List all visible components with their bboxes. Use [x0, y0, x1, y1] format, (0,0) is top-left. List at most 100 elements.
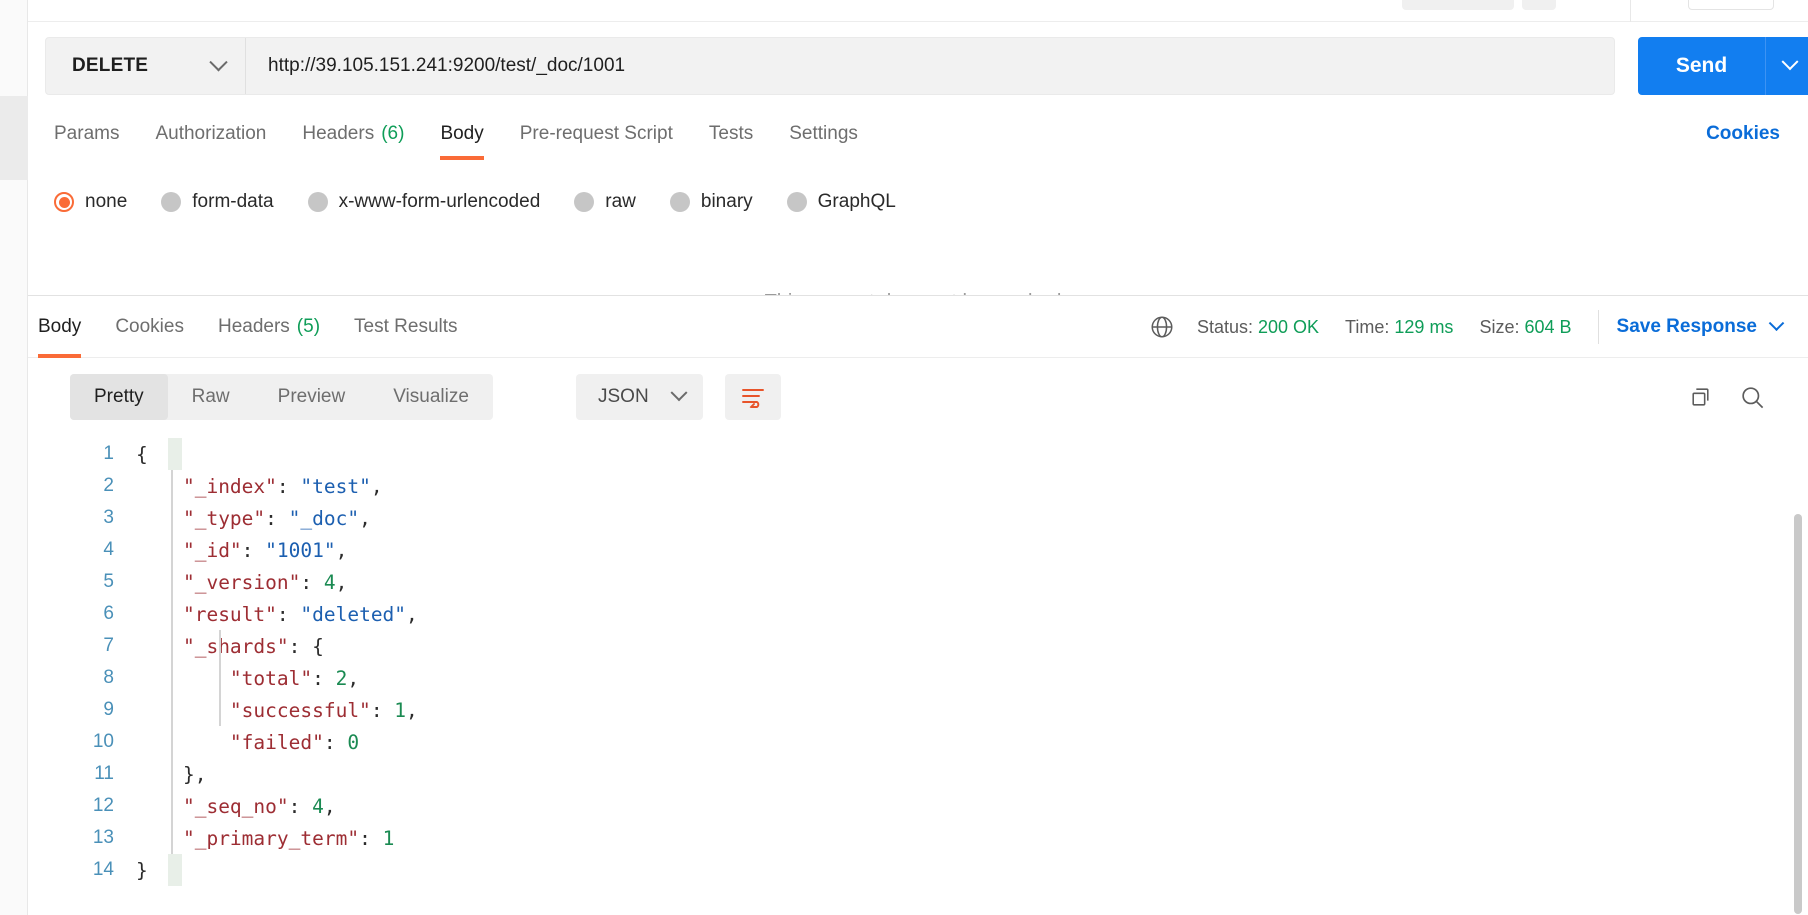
meta-divider [1597, 310, 1599, 344]
request-tab-authorization[interactable]: Authorization [155, 108, 266, 160]
size-value: 604 B [1524, 316, 1572, 337]
request-tabs: Params Authorization Headers (6) Body Pre-req… [28, 108, 1808, 160]
code-text: "failed": 0 [136, 731, 359, 754]
top-ghost-control-b [1522, 0, 1556, 10]
code-token: "_version" [182, 570, 301, 594]
size-label: Size: [1479, 316, 1520, 337]
http-method-label: DELETE [72, 55, 149, 76]
code-token: , [370, 474, 383, 498]
view-mode-pretty[interactable]: Pretty [70, 374, 168, 420]
code-token: } [136, 858, 148, 882]
top-ghost-control-c [1688, 0, 1774, 10]
time-metric: Time: 129 ms [1345, 317, 1453, 338]
response-body-code[interactable]: 1{2 "_index": "test", 3 "_type": "_doc", 4… [28, 430, 1808, 915]
code-token: : [288, 794, 313, 818]
request-tab-label: Headers [302, 123, 375, 144]
cookies-link[interactable]: Cookies [1706, 108, 1780, 160]
radio-icon [307, 192, 328, 212]
view-mode-visualize[interactable]: Visualize [369, 374, 493, 420]
send-button[interactable]: Send [1638, 37, 1765, 95]
body-type-x-www-form-urlencoded[interactable]: x-www-form-urlencoded [307, 191, 540, 213]
line-number: 4 [103, 539, 114, 560]
copy-button[interactable] [1674, 374, 1726, 420]
code-token: , [335, 538, 348, 562]
response-tab-label: Cookies [115, 316, 184, 337]
response-tab-label: Body [38, 316, 82, 337]
view-mode-raw[interactable]: Raw [168, 374, 254, 420]
code-token: "_seq_no" [182, 794, 289, 818]
request-tab-body[interactable]: Body [440, 108, 485, 160]
response-format-label: JSON [598, 386, 649, 407]
view-mode-preview[interactable]: Preview [254, 374, 370, 420]
fold-marker-open[interactable] [168, 438, 182, 470]
request-tab-headers[interactable]: Headers (6) [302, 108, 404, 160]
code-token: "total" [229, 666, 313, 690]
body-type-binary[interactable]: binary [669, 191, 753, 213]
code-token: , [335, 570, 348, 594]
response-scrollbar[interactable] [1794, 514, 1802, 914]
code-token: "1001" [265, 538, 336, 562]
request-tab-settings[interactable]: Settings [789, 108, 858, 160]
request-tab-tests[interactable]: Tests [709, 108, 753, 160]
body-type-form-data[interactable]: form-data [161, 191, 274, 213]
code-token: , [347, 666, 360, 690]
code-token: "_type" [182, 506, 266, 530]
code-line: 9 "successful": 1, [28, 694, 1808, 726]
code-token: "_id" [182, 538, 242, 562]
code-token: : [300, 570, 324, 594]
status-metric: Status: 200 OK [1197, 317, 1319, 338]
request-tab-label: Authorization [155, 123, 267, 144]
body-type-label: raw [605, 191, 636, 212]
code-text: "_shards": { [136, 635, 324, 658]
code-line: 10 "failed": 0 [28, 726, 1808, 758]
line-number: 7 [103, 635, 114, 656]
save-response-button[interactable]: Save Response [1616, 314, 1808, 338]
code-token: : [276, 474, 301, 498]
radio-icon [669, 192, 690, 212]
request-tab-label: Params [54, 123, 120, 144]
time-label: Time: [1345, 316, 1390, 337]
response-tab-cookies[interactable]: Cookies [115, 296, 184, 358]
line-number: 8 [103, 667, 114, 688]
code-text: "_id": "1001", [136, 539, 347, 562]
top-strip-divider [1630, 0, 1631, 22]
code-token: "_doc" [288, 506, 360, 530]
response-tab-count: (5) [296, 316, 321, 337]
code-line: 7 "_shards": { [28, 630, 1808, 662]
code-token: : [241, 538, 266, 562]
response-tab-test-results[interactable]: Test Results [354, 296, 457, 358]
http-method-selector[interactable]: DELETE [46, 38, 246, 94]
response-format-selector[interactable]: JSON [576, 374, 703, 420]
code-text: "_seq_no": 4, [136, 795, 336, 818]
code-token: : [323, 730, 348, 754]
request-tab-pre-request-script[interactable]: Pre-request Script [520, 108, 673, 160]
status-label: Status: [1196, 316, 1253, 337]
request-tab-params[interactable]: Params [54, 108, 119, 160]
body-type-graphql[interactable]: GraphQL [786, 191, 896, 213]
body-type-raw[interactable]: raw [574, 191, 636, 213]
search-button[interactable] [1726, 374, 1778, 420]
send-button-group: Send [1638, 37, 1808, 95]
save-response-label: Save Response [1616, 316, 1757, 337]
code-token: : [359, 826, 383, 850]
chevron-down-icon [670, 384, 688, 402]
response-tab-headers[interactable]: Headers (5) [218, 296, 320, 358]
code-text: "_primary_term": 1 [136, 827, 394, 850]
response-tab-body[interactable]: Body [38, 296, 82, 358]
code-token: "test" [300, 474, 371, 498]
fold-marker-close[interactable] [168, 854, 182, 886]
code-token: : [288, 634, 313, 658]
body-type-none[interactable]: none [54, 191, 127, 213]
wrap-lines-button[interactable] [725, 374, 781, 420]
code-token: : [312, 666, 336, 690]
request-url-input[interactable] [246, 38, 1614, 94]
send-options-button[interactable] [1766, 37, 1808, 95]
response-header: Body Cookies Headers (5) Test Results Status… [28, 296, 1808, 358]
response-meta: Status: 200 OK Time: 129 ms Size: 604 B … [1149, 296, 1808, 358]
code-line: 8 "total": 2, [28, 662, 1808, 694]
empty-body-area: This request does not have a body [28, 228, 1808, 298]
code-token: : [276, 602, 301, 626]
status-value: 200 OK [1258, 316, 1320, 337]
request-tab-label: Tests [708, 123, 754, 144]
top-ghost-control-a [1402, 0, 1514, 10]
